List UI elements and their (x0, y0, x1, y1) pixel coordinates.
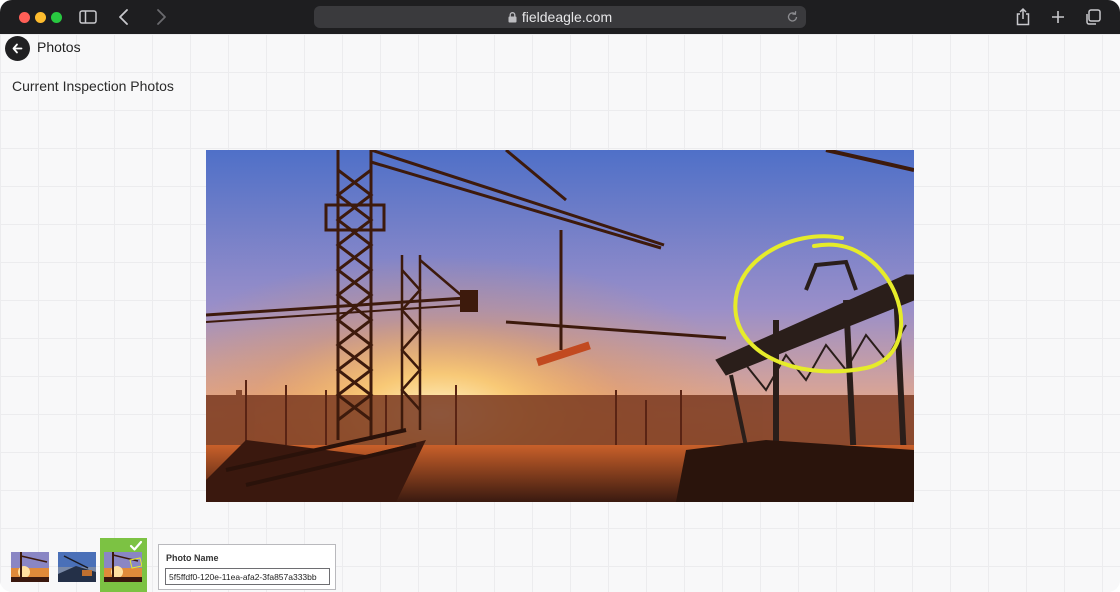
page-title: Photos (37, 39, 81, 55)
checkmark-icon (129, 540, 143, 551)
browser-toolbar: fieldeagle.com (0, 0, 1120, 34)
photo-thumbnail[interactable] (11, 552, 49, 582)
photo-thumbnail[interactable] (58, 552, 96, 582)
main-inspection-photo[interactable] (206, 150, 914, 502)
share-icon[interactable] (1015, 7, 1031, 27)
forward-arrow-icon[interactable] (154, 7, 168, 27)
photos-page: Photos Current Inspection Photos Photo N… (0, 34, 1120, 592)
plus-icon[interactable] (1050, 7, 1066, 27)
lock-icon (508, 12, 517, 23)
address-text: fieldeagle.com (314, 6, 806, 28)
construction-site-photo (206, 150, 914, 502)
reload-icon[interactable] (786, 10, 799, 24)
photo-name-label: Photo Name (166, 553, 219, 563)
back-arrow-icon (12, 43, 23, 54)
address-bar[interactable]: fieldeagle.com (314, 6, 806, 28)
zoom-window-button[interactable] (51, 12, 62, 23)
back-arrow-icon[interactable] (117, 7, 131, 27)
section-title: Current Inspection Photos (12, 78, 174, 94)
photo-name-input[interactable] (165, 568, 330, 585)
minimize-window-button[interactable] (35, 12, 46, 23)
close-window-button[interactable] (19, 12, 30, 23)
back-button[interactable] (5, 36, 30, 61)
url-text: fieldeagle.com (521, 9, 613, 25)
browser-window: fieldeagle.com Photos Current Inspection… (0, 0, 1120, 592)
photo-thumbnail-selected[interactable] (104, 552, 142, 582)
tabs-icon[interactable] (1084, 7, 1102, 27)
sidebar-toggle-icon[interactable] (79, 7, 97, 27)
photo-name-panel: Photo Name (158, 544, 336, 590)
